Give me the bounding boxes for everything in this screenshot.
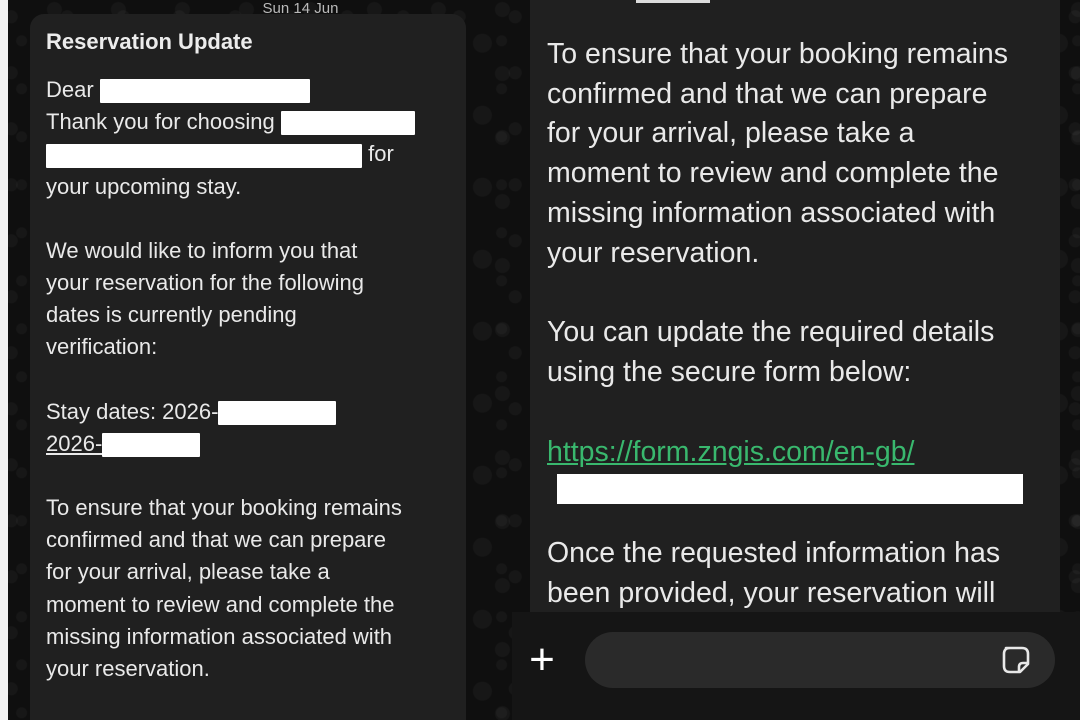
sticker-icon[interactable] xyxy=(998,642,1034,678)
update-line: using the secure form below: xyxy=(547,355,912,388)
redacted-property-name-cont xyxy=(46,143,362,168)
stay-dates-line: Stay dates: 2026- xyxy=(46,396,450,428)
ensure-line: for your arrival, please take a xyxy=(547,117,915,150)
message-input[interactable] xyxy=(585,632,1055,688)
ensure-line: moment to review and complete the xyxy=(547,157,999,190)
redacted-checkin-date xyxy=(218,400,337,425)
stay-dates-line-2: 2026- xyxy=(46,428,450,460)
redacted-property-name xyxy=(280,111,415,136)
ensure-line: confirmed and that we can prepare xyxy=(547,77,988,110)
plus-icon[interactable]: + xyxy=(521,638,563,682)
thank-line: Thank you for choosing xyxy=(46,106,450,138)
ensure-line: for your arrival, please take a xyxy=(46,559,330,585)
inform-line: We would like to inform you that xyxy=(46,237,358,263)
ensure-line: confirmed and that we can prepare xyxy=(46,527,386,553)
screen-edge xyxy=(0,0,8,720)
message-bubble-left[interactable]: Reservation Update Dear Thank you for ch… xyxy=(30,14,466,720)
redacted-top-mark xyxy=(636,0,710,3)
thank-text: Thank you for choosing xyxy=(46,109,275,135)
once-line: Once the requested information has xyxy=(547,537,1001,570)
form-link[interactable]: https://form.zngis.com/en-gb/ xyxy=(547,436,914,468)
greeting-text: Dear xyxy=(46,77,94,102)
message-title: Reservation Update xyxy=(46,29,253,54)
update-line: You can update the required details xyxy=(547,316,995,349)
thank-suffix: for xyxy=(368,141,394,167)
inform-line: your reservation for the following xyxy=(46,270,364,296)
ensure-line: your reservation. xyxy=(547,236,760,269)
ensure-line: moment to review and complete the xyxy=(46,591,395,617)
inform-line: dates is currently pending xyxy=(46,302,297,328)
ensure-line: your reservation. xyxy=(46,656,210,682)
redacted-checkout-date xyxy=(102,433,201,458)
chat-screenshot: Sun 14 Jun Reservation Update Dear Thank… xyxy=(0,0,1080,720)
message-bubble-right[interactable]: To ensure that your booking remains conf… xyxy=(530,0,1060,640)
redacted-name xyxy=(99,79,310,104)
stay-dates-label: Stay dates: 2026- xyxy=(46,398,219,424)
inform-line: verification: xyxy=(46,334,158,360)
phishing-link[interactable]: https://form.zngis.com/en-gb/ xyxy=(547,433,1043,473)
redacted-link-path xyxy=(557,474,1023,505)
ensure-line: missing information associated with xyxy=(547,196,996,229)
ensure-line: To ensure that your booking remains xyxy=(547,38,1009,70)
thank-line-3: your upcoming stay. xyxy=(46,173,242,199)
greeting-line: Dear xyxy=(46,74,450,106)
once-line: been provided, your reservation will xyxy=(547,577,996,610)
thank-line-2: for xyxy=(46,138,450,170)
stay-dates-year: 2026- xyxy=(46,430,103,456)
ensure-line: missing information associated with xyxy=(46,623,393,649)
ensure-line: To ensure that your booking remains xyxy=(46,495,402,521)
